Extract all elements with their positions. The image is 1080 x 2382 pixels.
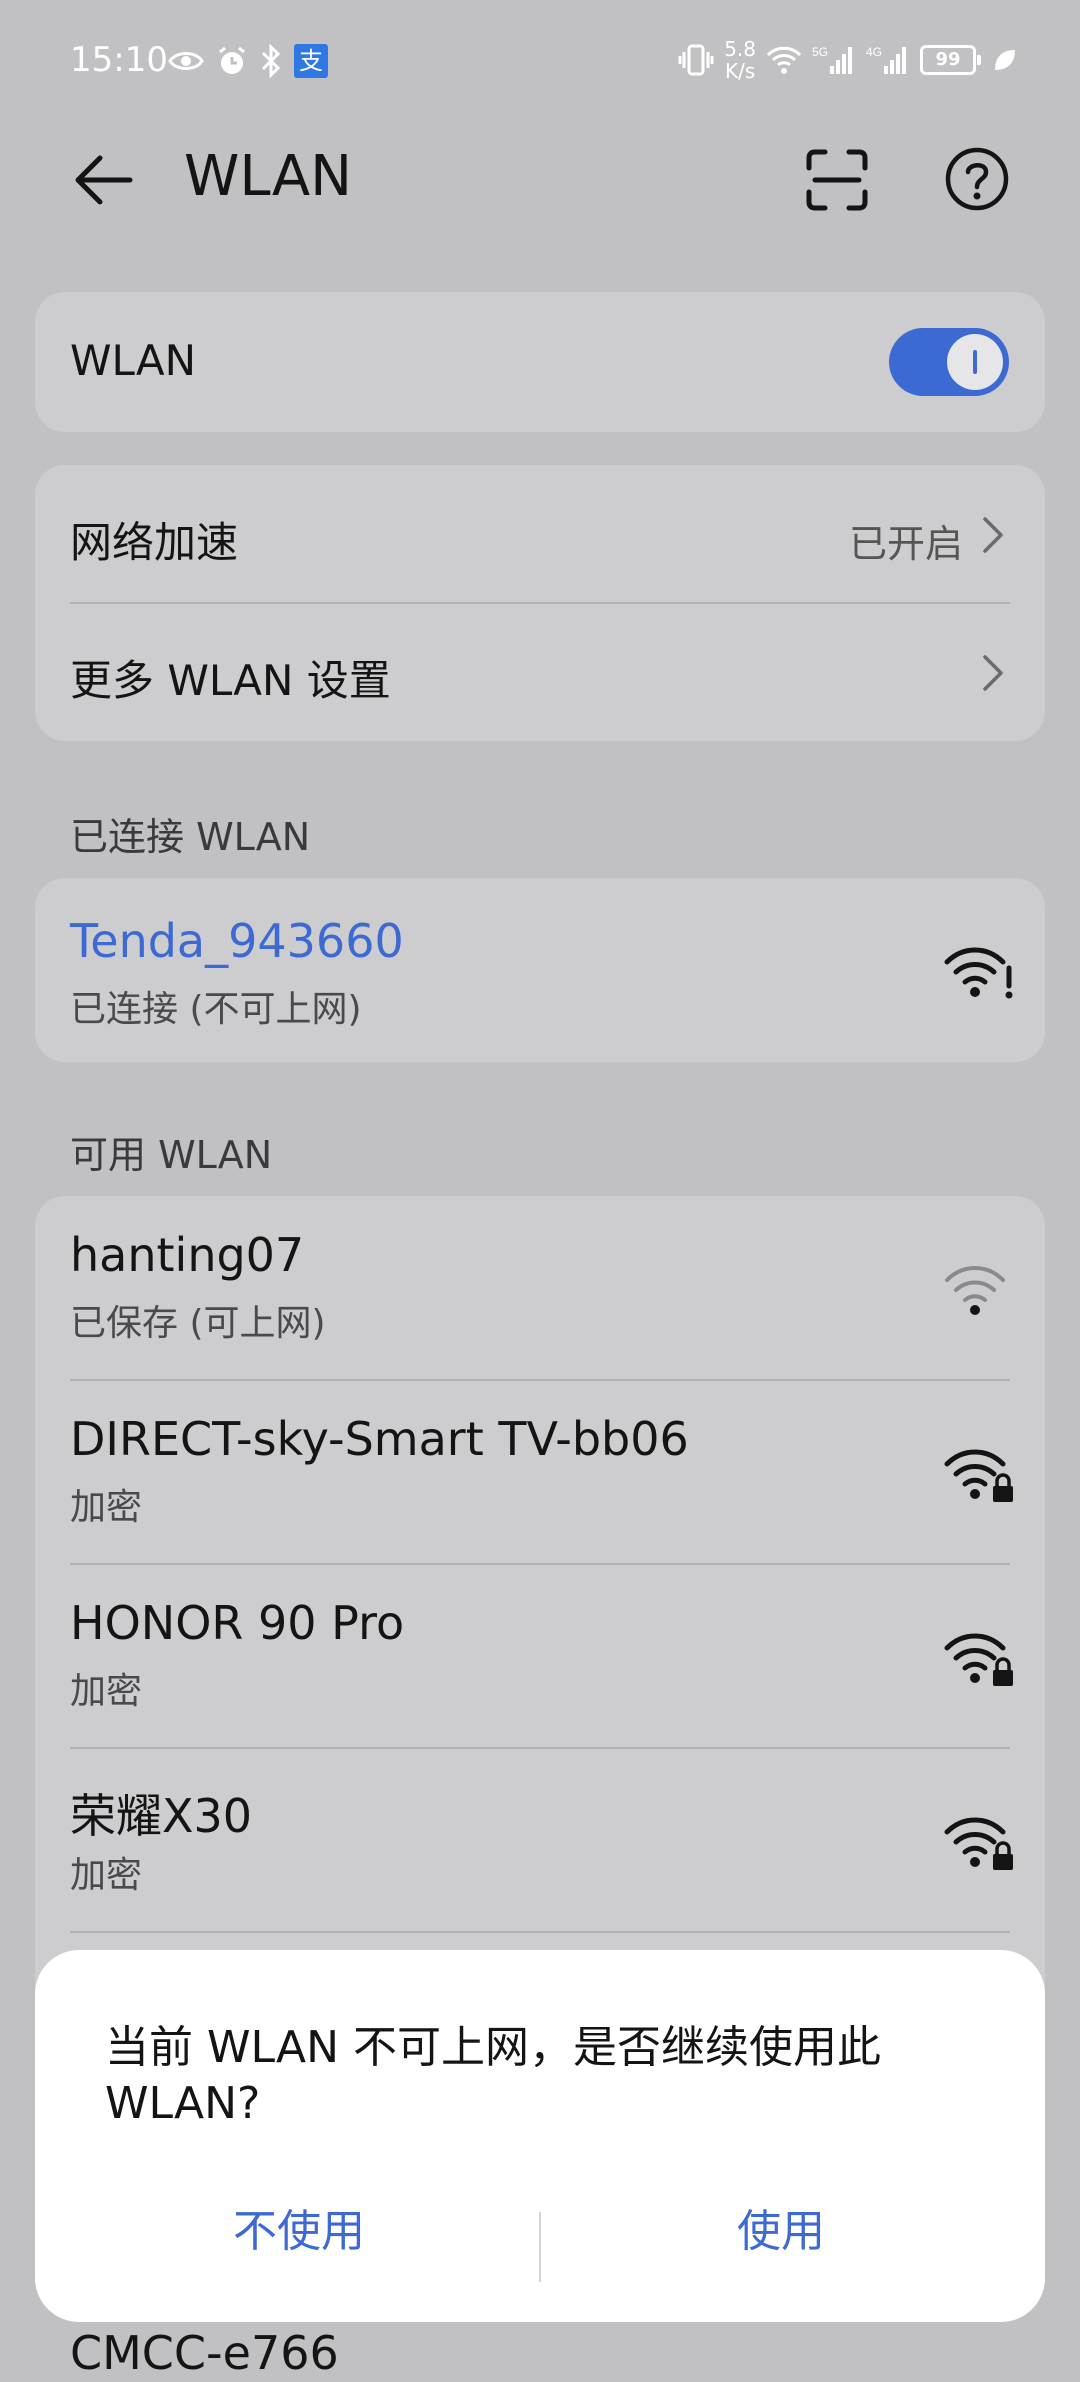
- network-name: HONOR 90 Pro: [70, 1596, 405, 1650]
- more-wlan-settings-label: 更多 WLAN 设置: [70, 656, 391, 705]
- signal-4g-icon: 4G: [866, 45, 906, 74]
- network-name: hanting07: [70, 1228, 305, 1282]
- signal-5g-icon: 5G: [812, 45, 852, 74]
- status-icons-right: 5.8 K/s 5G 4G 99: [678, 38, 1018, 82]
- network-name: DIRECT-sky-Smart TV-bb06: [70, 1412, 689, 1466]
- wifi-lock-icon: [944, 1817, 1013, 1870]
- network-status: 已连接 (不可上网): [70, 989, 362, 1030]
- settings-card: 网络加速 已开启 更多 WLAN 设置: [35, 465, 1045, 741]
- network-name: Tenda_943660: [70, 914, 404, 968]
- net-speed: 5.8 K/s: [724, 37, 756, 83]
- dont-use-button[interactable]: 不使用: [59, 2195, 539, 2259]
- help-icon[interactable]: [944, 146, 1010, 212]
- wlan-toggle-switch[interactable]: [889, 328, 1009, 396]
- network-status: 已保存 (可上网): [70, 1303, 326, 1344]
- network-status: 加密: [70, 1487, 143, 1528]
- vibrate-icon: [678, 44, 714, 76]
- svg-text:5G: 5G: [812, 45, 828, 59]
- status-icons-left: 支: [168, 44, 328, 78]
- wifi-lock-icon: [944, 1449, 1013, 1502]
- svg-text:4G: 4G: [866, 45, 882, 59]
- network-status: 加密: [70, 1671, 143, 1712]
- alipay-icon: 支: [294, 44, 328, 78]
- battery-icon: 99: [920, 45, 981, 75]
- network-row-honor-90-pro[interactable]: HONOR 90 Pro 加密: [35, 1564, 1045, 1748]
- scan-icon[interactable]: [805, 148, 869, 212]
- bluetooth-icon: [261, 44, 281, 78]
- page-title: WLAN: [184, 144, 353, 209]
- use-button[interactable]: 使用: [541, 2195, 1021, 2259]
- available-networks-card: hanting07 已保存 (可上网) DIRECT-sky-Smart TV-…: [35, 1196, 1045, 2016]
- network-accel-row[interactable]: 网络加速 已开启: [35, 465, 1045, 603]
- network-row-hanting07[interactable]: hanting07 已保存 (可上网): [35, 1196, 1045, 1380]
- toggle-knob: [947, 334, 1003, 390]
- chevron-right-icon: [983, 517, 1003, 553]
- dialog-message: 当前 WLAN 不可上网，是否继续使用此 WLAN?: [105, 2022, 882, 2129]
- network-accel-label: 网络加速: [70, 518, 239, 567]
- network-name: 荣耀X30: [70, 1789, 253, 1843]
- wifi-warning-icon: [944, 947, 1013, 999]
- wifi-icon: [945, 1266, 1005, 1315]
- connected-section-title: 已连接 WLAN: [70, 815, 311, 859]
- app-header: WLAN: [0, 130, 1080, 230]
- status-time: 15:10: [70, 40, 168, 80]
- more-wlan-settings-row[interactable]: 更多 WLAN 设置: [35, 603, 1045, 741]
- wlan-toggle-card: WLAN: [35, 292, 1045, 432]
- status-bar: 15:10 支 5.8 K/s 5G 4G 99: [0, 0, 1080, 120]
- back-arrow-icon[interactable]: [70, 148, 134, 212]
- wifi-icon: [766, 46, 802, 74]
- chevron-right-icon: [983, 655, 1003, 691]
- network-name-partial: CMCC-e766: [70, 2326, 339, 2380]
- leaf-icon: [995, 50, 1015, 70]
- no-internet-dialog: 当前 WLAN 不可上网，是否继续使用此 WLAN? 不使用 使用: [35, 1950, 1045, 2322]
- available-section-title: 可用 WLAN: [70, 1133, 273, 1177]
- eye-icon: [168, 52, 204, 70]
- network-row-direct-sky[interactable]: DIRECT-sky-Smart TV-bb06 加密: [35, 1380, 1045, 1564]
- wlan-toggle-label: WLAN: [70, 336, 197, 385]
- connected-network-card[interactable]: Tenda_943660 已连接 (不可上网): [35, 878, 1045, 1062]
- network-status: 加密: [70, 1855, 143, 1896]
- network-accel-value: 已开启: [848, 522, 963, 566]
- wifi-lock-icon: [944, 1633, 1013, 1686]
- network-row-honor-x30[interactable]: 荣耀X30 加密: [35, 1748, 1045, 1932]
- alarm-icon: [219, 46, 245, 74]
- divider: [70, 1931, 1010, 1933]
